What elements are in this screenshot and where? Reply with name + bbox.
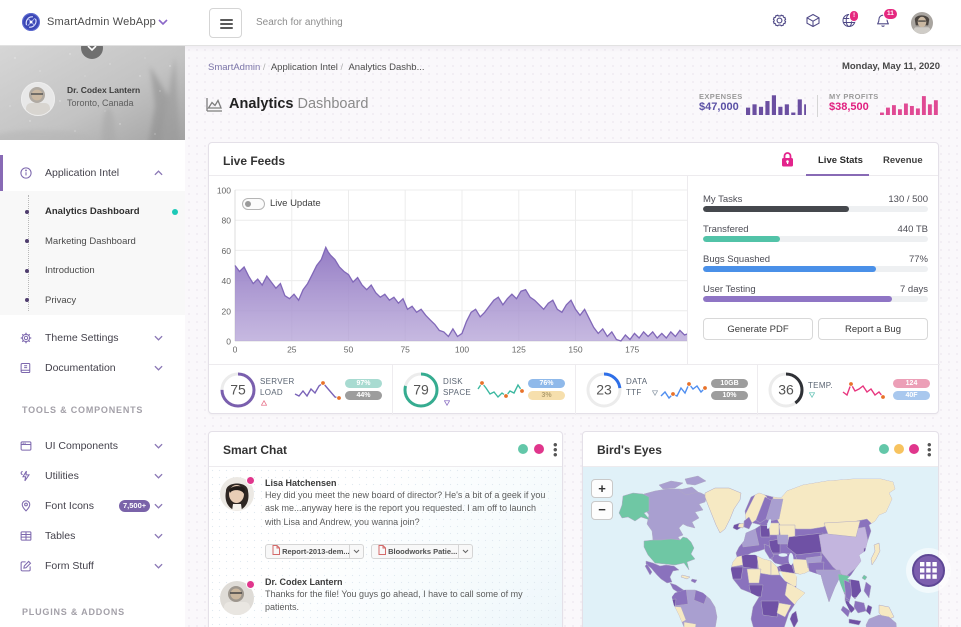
svg-text:79: 79 [413,382,429,398]
svg-text:25: 25 [287,345,297,355]
svg-text:80: 80 [222,216,232,226]
svg-text:75: 75 [400,345,410,355]
svg-text:125: 125 [512,345,526,355]
svg-text:20: 20 [222,306,232,316]
svg-text:36: 36 [778,382,794,398]
svg-text:100: 100 [455,345,469,355]
svg-text:60: 60 [222,246,232,256]
svg-text:40: 40 [222,276,232,286]
svg-text:75: 75 [230,382,246,398]
svg-text:0: 0 [233,345,238,355]
svg-text:0: 0 [226,337,231,347]
svg-text:175: 175 [625,345,639,355]
svg-text:50: 50 [344,345,354,355]
svg-text:150: 150 [568,345,582,355]
svg-text:100: 100 [217,186,231,196]
svg-text:23: 23 [596,382,612,398]
